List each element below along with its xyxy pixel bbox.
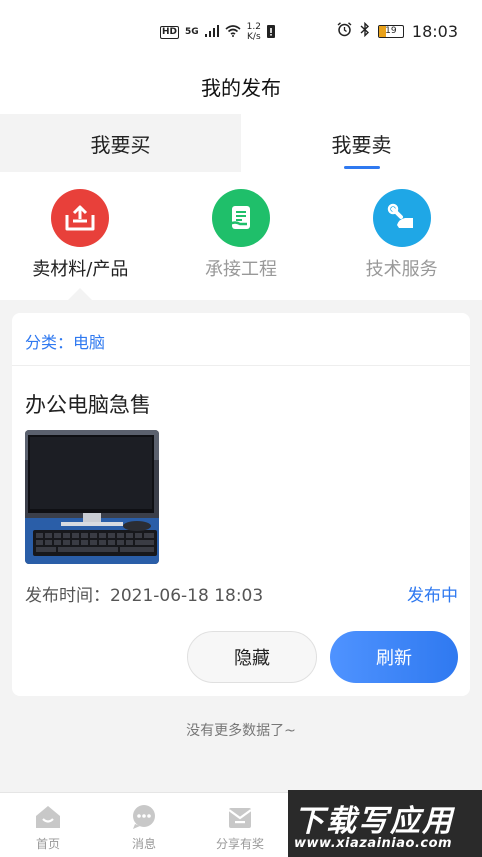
tabbar-label: 分享有奖 (215, 837, 264, 851)
category-label: 卖材料/产品 (32, 259, 129, 280)
listing-category: 分类：电脑 (25, 333, 106, 352)
category-label: 承接工程 (205, 259, 277, 280)
category-tech-service[interactable]: 技术服务 (321, 172, 482, 300)
tab-sell-label: 我要卖 (331, 132, 392, 157)
message-icon (129, 803, 159, 831)
listing-card[interactable]: 分类：电脑 办公电脑急售 发布时间：2021-06-18 18:03 发布中 隐… (12, 313, 470, 696)
category-strip: 卖材料/产品 承接工程 技术服务 (0, 172, 482, 300)
refresh-button[interactable]: 刷新 (330, 631, 458, 683)
category-sell-materials[interactable]: 卖材料/产品 (0, 172, 161, 300)
status-left: HD 5G 1.2 K/s (160, 22, 275, 42)
gift-envelope-icon (225, 803, 255, 831)
listing-time: 发布时间：2021-06-18 18:03 (25, 586, 264, 606)
category-label: 技术服务 (365, 259, 438, 280)
hd-indicator: HD (160, 25, 180, 39)
speed-value: 1.2 (246, 22, 261, 32)
wrench-hand-icon (372, 189, 431, 247)
signal-icon (204, 24, 219, 40)
card-divider (12, 365, 470, 366)
tab-buy-label: 我要买 (90, 132, 151, 157)
watermark-logo: 下载写应用 www.xiazainiao.com (288, 790, 482, 857)
tabbar-label: 消息 (131, 837, 156, 851)
tabbar-label: 首页 (35, 837, 60, 851)
tabbar-item-home[interactable]: 首页 (0, 793, 96, 857)
bluetooth-icon (360, 21, 370, 41)
tab-bar: 我要买 我要卖 (0, 114, 482, 172)
battery-icon: 19 (377, 25, 404, 38)
network-type: 5G (185, 27, 199, 37)
status-right: 19 18:03 (337, 21, 458, 41)
watermark-url: www.xiazainiao.com (294, 836, 453, 851)
listing-title: 办公电脑急售 (25, 393, 151, 417)
wifi-icon (225, 24, 241, 40)
network-speed: 1.2 K/s (247, 22, 261, 42)
hide-button[interactable]: 隐藏 (187, 631, 317, 683)
page-title: 我的发布 (201, 76, 281, 100)
tabbar-item-messages[interactable]: 消息 (96, 793, 192, 857)
no-more-data-text: 没有更多数据了~ (186, 723, 296, 739)
nav-bar: 我的发布 (0, 62, 482, 114)
listing-image[interactable] (25, 430, 159, 564)
listing-status-badge: 发布中 (407, 586, 458, 606)
status-bar: HD 5G 1.2 K/s 19 18:03 (0, 0, 482, 62)
tab-buy[interactable]: 我要买 (0, 114, 241, 172)
category-contract-project[interactable]: 承接工程 (161, 172, 322, 300)
tab-active-indicator (343, 166, 380, 169)
speed-unit: K/s (247, 32, 261, 42)
home-icon (33, 803, 63, 831)
tabbar-item-share[interactable]: 分享有奖 (192, 793, 288, 857)
clock-time: 18:03 (411, 22, 458, 41)
alarm-icon (337, 22, 352, 41)
upload-tray-icon (51, 189, 110, 247)
battery-level: 19 (385, 26, 397, 36)
document-hand-icon (212, 189, 270, 247)
category-active-pointer (68, 288, 93, 300)
alert-icon (267, 24, 275, 41)
tab-sell[interactable]: 我要卖 (241, 114, 482, 172)
watermark-title: 下载写应用 (294, 804, 454, 839)
